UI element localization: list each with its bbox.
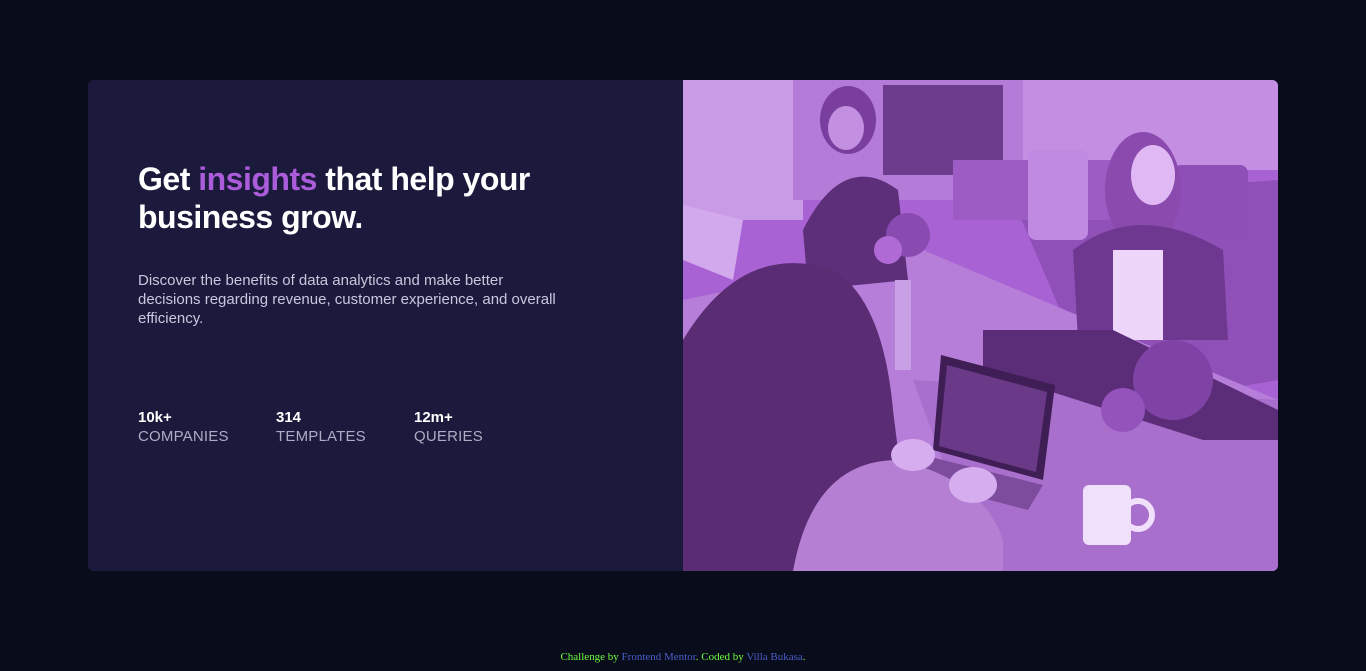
office-photo-illustration	[683, 80, 1278, 571]
frontend-mentor-link[interactable]: Frontend Mentor	[622, 651, 696, 663]
headline: Get insights that help your business gro…	[138, 160, 558, 236]
stat-value: 10k+	[138, 409, 172, 426]
stat-queries: 12m+ Queries	[414, 409, 494, 447]
headline-start: Get	[138, 161, 199, 197]
attribution-challenge-text: Challenge by	[560, 651, 622, 663]
stat-label: Queries	[414, 428, 483, 445]
attribution: Challenge by Frontend Mentor. Coded by V…	[0, 651, 1366, 663]
stat-templates: 314 Templates	[276, 409, 366, 447]
stat-label: Companies	[138, 428, 229, 445]
author-link[interactable]: Villa Bukasa	[746, 651, 802, 663]
stats-row: 10k+ Companies 314 Templates 12m+ Querie…	[138, 409, 494, 447]
description: Discover the benefits of data analytics …	[138, 272, 556, 327]
stats-preview-card: Get insights that help your business gro…	[88, 80, 1278, 571]
header-image	[683, 80, 1278, 571]
stat-companies: 10k+ Companies	[138, 409, 229, 447]
attribution-end: .	[802, 651, 806, 663]
attribution-coded-text: . Coded by	[695, 651, 747, 663]
stat-label: Templates	[276, 428, 366, 445]
card-content: Get insights that help your business gro…	[88, 80, 683, 571]
stat-value: 314	[276, 409, 302, 426]
stat-value: 12m+	[414, 409, 453, 426]
headline-accent: insights	[198, 161, 317, 197]
